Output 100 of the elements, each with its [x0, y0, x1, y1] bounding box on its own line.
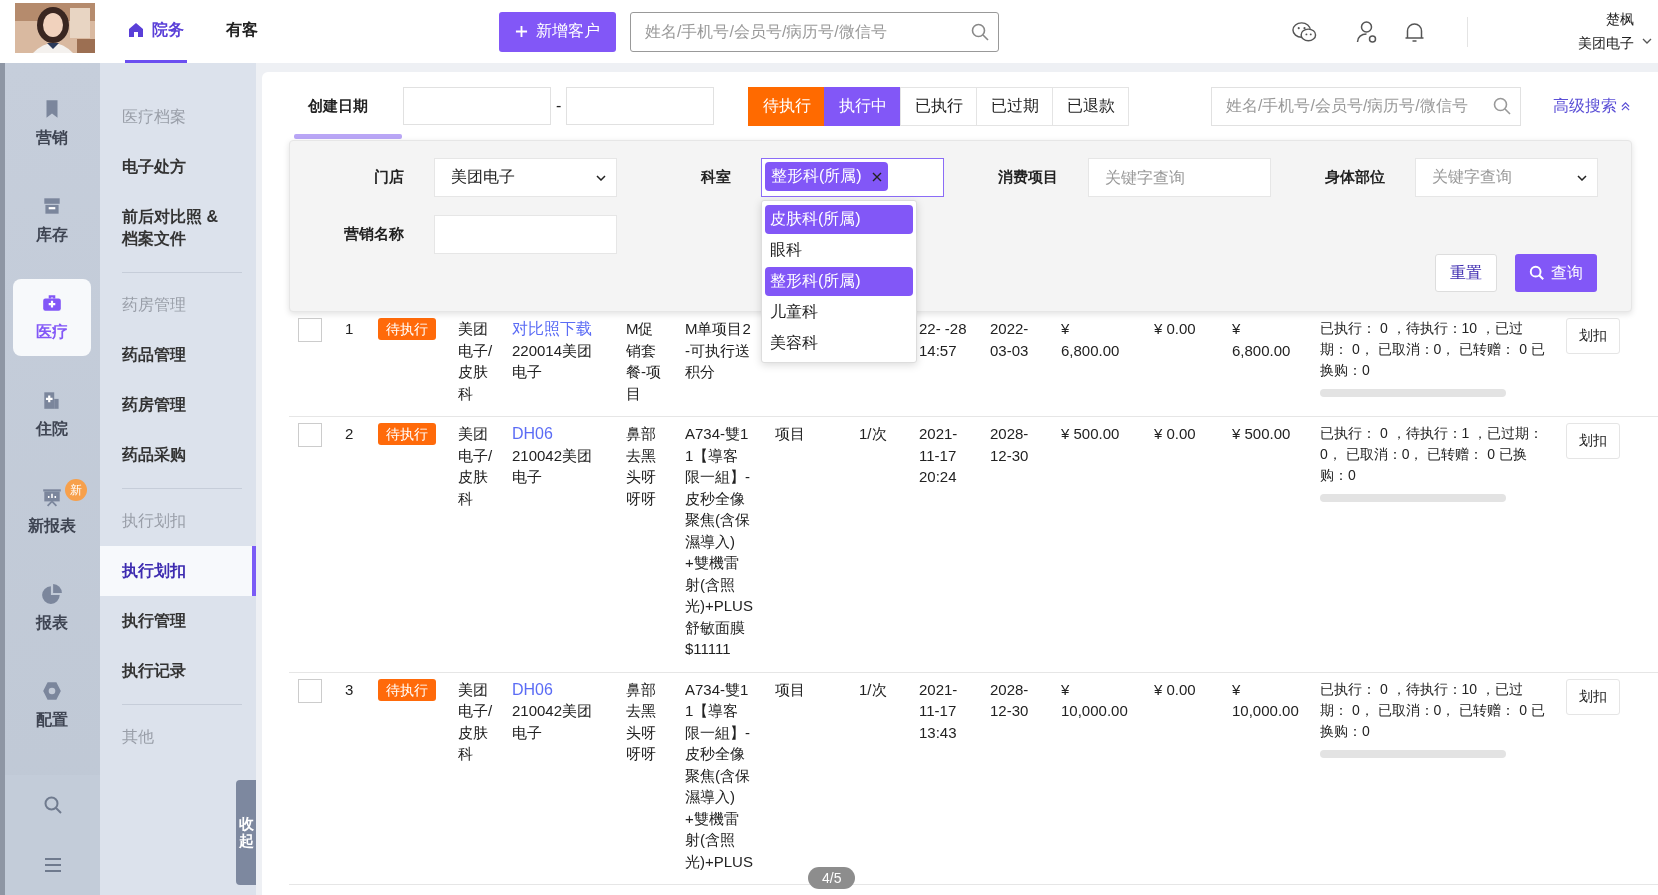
usage-stats: 已执行： 0 ，待执行：1 ，已过期： 0， 已取消：0， 已转赠： 0 已换购：0	[1320, 424, 1545, 485]
table-cell-text: 美团电子/皮肤科	[458, 679, 494, 764]
rail-item[interactable]: 报表	[13, 570, 91, 647]
row-number: 3	[345, 680, 354, 698]
selected-tag: 整形科(所属)	[765, 162, 888, 191]
status-tab[interactable]: 已退款	[1052, 86, 1130, 126]
table-cell-text: 项目	[775, 679, 806, 700]
table-cell-text: 2021-11-17 20:24	[919, 424, 959, 487]
medical-kit-icon	[41, 292, 63, 314]
table-cell-text: 2021-11-17 13:43	[919, 679, 959, 743]
tray-icon	[41, 195, 63, 217]
checkbox[interactable]	[298, 318, 322, 342]
chevron-down-icon	[1577, 174, 1587, 181]
table-cell-text: ¥ 6,800.00	[1232, 319, 1292, 361]
search-icon	[1529, 265, 1545, 281]
usage-stats: 已执行： 0 ，待执行：10 ，已过期： 0， 已取消：0， 已转赠： 0 已换购：0	[1320, 319, 1546, 380]
sidebar-section-title: 医疗档案	[121, 107, 187, 127]
sidebar-item[interactable]: 执行划扣	[100, 546, 256, 596]
presentation-board-icon	[41, 486, 63, 508]
rail-item[interactable]: 住院	[13, 376, 91, 453]
table-cell-text: 2028-12-30	[990, 679, 1030, 721]
status-tag: 待执行	[378, 318, 436, 340]
table-cell-text: 鼻部去黑头呀呀呀	[626, 424, 657, 509]
home-icon	[128, 22, 144, 38]
status-tab[interactable]: 已执行	[900, 86, 978, 126]
menu-icon[interactable]	[42, 855, 63, 875]
table-cell-text: M促销套餐-项目	[626, 319, 662, 404]
checkbox[interactable]	[298, 423, 322, 447]
dropdown-option[interactable]: 皮肤科(所属)	[765, 205, 913, 234]
deduct-button[interactable]: 划扣	[1566, 423, 1620, 459]
table-cell-text: M单项目2-可执行送积分	[685, 319, 752, 382]
rail-item[interactable]: 配置	[13, 667, 91, 744]
table-cell-text: 2022-03-03	[990, 319, 1030, 361]
status-tag: 待执行	[378, 678, 436, 701]
sidebar-item[interactable]: 药房管理	[100, 380, 256, 430]
row-number: 1	[345, 320, 354, 337]
table-cell-text: 1/次	[859, 679, 888, 700]
table-cell-text: ¥ 0.00	[1154, 319, 1197, 339]
status-tab[interactable]: 已过期	[976, 86, 1054, 126]
date-label: 创建日期	[308, 96, 368, 116]
sidebar-section-title: 其他	[121, 727, 155, 747]
search-field[interactable]: 姓名/手机号/会员号/病历号/微信号	[630, 11, 999, 52]
deduct-button[interactable]: 划扣	[1566, 678, 1620, 715]
table-cell-text: ¥ 10,000.00	[1232, 679, 1298, 721]
table-cell-text: 2028-12-30	[990, 424, 1030, 466]
caret-icon[interactable]	[1642, 37, 1652, 44]
date-field[interactable]	[403, 87, 551, 125]
input-field[interactable]	[434, 215, 617, 254]
select-field[interactable]: 美团电子	[434, 158, 617, 197]
table-cell-text: ¥ 500.00	[1232, 424, 1292, 444]
input-field[interactable]: 关键字查询	[1088, 158, 1271, 197]
table-cell-text: 210042美团电子	[512, 445, 594, 487]
sidebar-item[interactable]: 执行记录	[100, 646, 256, 696]
field-label: 营销名称	[343, 225, 404, 244]
checkbox[interactable]	[298, 678, 322, 703]
table-cell-text: 210042美团电子	[512, 701, 594, 743]
chevron-down-icon	[596, 174, 606, 181]
chat-icon[interactable]	[1292, 19, 1317, 44]
table-cell-text: 美团电子/皮肤科	[458, 319, 494, 404]
table-cell-text: ¥ 0.00	[1154, 424, 1197, 444]
user-name: 楚枫	[1606, 10, 1634, 29]
sidebar-item[interactable]: 药品采购	[100, 430, 256, 480]
status-tab[interactable]: 执行中	[824, 86, 902, 126]
date-field[interactable]	[566, 87, 715, 125]
record-link[interactable]: 对比照下载	[512, 318, 604, 340]
field-label: 门店	[373, 168, 404, 187]
search-icon	[1493, 97, 1511, 115]
search-icon[interactable]	[42, 795, 63, 815]
sidebar-item[interactable]: 电子处方	[100, 142, 256, 192]
table-cell-text: 22- -28 14:57	[919, 319, 968, 361]
sidebar-section-title: 执行划扣	[121, 511, 187, 531]
sidebar-item[interactable]: 药品管理	[100, 330, 256, 380]
table-cell-text: 鼻部去黑头呀呀呀	[626, 679, 657, 764]
advanced-search-link[interactable]: 高级搜索	[1553, 95, 1630, 117]
double-caret-icon	[1621, 101, 1630, 111]
close-icon[interactable]	[871, 171, 882, 182]
sidebar-item[interactable]: 执行管理	[100, 596, 256, 646]
nav-tab[interactable]: 有客	[223, 0, 261, 63]
new-customer-button[interactable]: 新增客户	[499, 11, 616, 52]
table-cell-text: A734-雙11【導客限一組】-皮秒全像聚焦(含保濕導入)+雙機雷射(含照光)+PLUS	[685, 679, 753, 872]
plus-icon	[515, 25, 528, 38]
date-separator: -	[556, 97, 562, 115]
rail-item[interactable]: 营销	[13, 85, 91, 162]
table-cell-text: ¥ 10,000.00	[1061, 679, 1126, 721]
rail-item[interactable]: 库存	[13, 182, 91, 259]
record-link[interactable]: DH06	[512, 678, 604, 700]
query-button[interactable]: 查询	[1515, 254, 1597, 292]
deduct-button[interactable]: 划扣	[1566, 318, 1620, 354]
dropdown-option[interactable]: 整形科(所属)	[765, 267, 913, 296]
page-indicator: 4/5	[808, 867, 856, 889]
table-cell-text: 220014美团电子	[512, 340, 594, 382]
table-cell-text: ¥ 6,800.00	[1061, 319, 1121, 361]
sidebar-item[interactable]: 前后对比照 & 档案文件	[100, 192, 256, 264]
collapse-button[interactable]: 收起	[236, 780, 256, 885]
table-cell-text: 项目	[775, 424, 806, 444]
rail-item[interactable]: 医疗	[13, 279, 91, 356]
pie-chart-icon	[41, 583, 63, 605]
multi-select-field[interactable]: 整形科(所属)	[761, 158, 944, 197]
record-link[interactable]: DH06	[512, 423, 604, 445]
reset-button[interactable]: 重置	[1435, 254, 1497, 292]
